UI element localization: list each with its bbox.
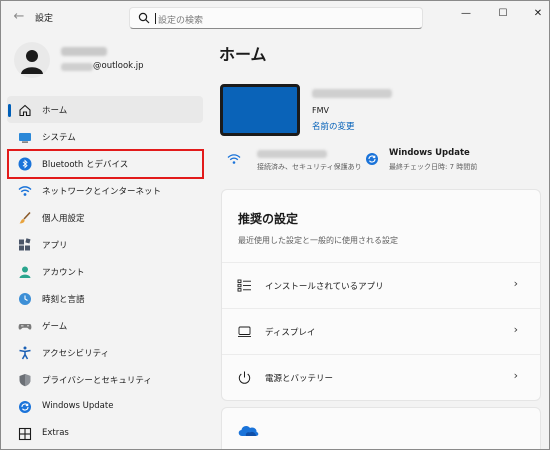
sidebar-item-label: アプリ bbox=[42, 241, 68, 251]
sidebar-item-label: 個人用設定 bbox=[42, 214, 85, 224]
device-image bbox=[220, 84, 300, 136]
device-model: FMV bbox=[312, 106, 329, 115]
recommended-item-display[interactable]: ディスプレイ › bbox=[222, 308, 540, 353]
update-title: Windows Update bbox=[389, 148, 470, 158]
page-title: ホーム bbox=[219, 45, 267, 64]
profile-name-redacted bbox=[61, 47, 107, 56]
sidebar-item-apps[interactable]: アプリ bbox=[7, 231, 203, 258]
settings-window: ← 設定 設定の検索 — ☐ ✕ @outlook.jp ホーム システム Bl… bbox=[0, 0, 550, 450]
sidebar-item-label: プライバシーとセキュリティ bbox=[42, 376, 152, 386]
sidebar-item-label: アカウント bbox=[42, 268, 85, 278]
profile-email: @outlook.jp bbox=[93, 61, 144, 71]
update-last-checked: 最終チェック日時: 7 時間前 bbox=[389, 163, 478, 171]
back-arrow-icon[interactable]: ← bbox=[11, 9, 27, 25]
onedrive-cloud-icon bbox=[238, 426, 259, 436]
card-description: 最近使用した設定と一般的に使用される設定 bbox=[238, 236, 398, 245]
recommended-item-label: 電源とバッテリー bbox=[265, 374, 334, 384]
sidebar-item-windows-update[interactable]: Windows Update bbox=[7, 393, 203, 420]
text-caret bbox=[155, 13, 156, 24]
update-status[interactable]: Windows Update 最終チェック日時: 7 時間前 bbox=[365, 148, 515, 176]
minimize-button[interactable]: — bbox=[453, 5, 479, 23]
sidebar-item-privacy-security[interactable]: プライバシーとセキュリティ bbox=[7, 366, 203, 393]
shield-icon bbox=[19, 374, 31, 387]
windows-update-icon bbox=[366, 153, 378, 165]
chevron-right-icon: › bbox=[513, 277, 518, 290]
apps-icon bbox=[19, 238, 31, 251]
active-indicator bbox=[8, 104, 11, 117]
wifi-icon bbox=[18, 186, 32, 196]
sidebar-item-label: システム bbox=[42, 133, 76, 143]
sidebar-item-label: Windows Update bbox=[42, 401, 114, 411]
time-language-icon bbox=[19, 293, 31, 305]
sidebar-item-accounts[interactable]: アカウント bbox=[7, 258, 203, 285]
close-button[interactable]: ✕ bbox=[525, 5, 549, 23]
wifi-icon bbox=[227, 154, 241, 164]
brush-icon bbox=[19, 211, 31, 224]
highlight-box bbox=[7, 149, 204, 179]
search-icon bbox=[138, 12, 150, 24]
sidebar-item-personalization[interactable]: 個人用設定 bbox=[7, 204, 203, 231]
user-silhouette-icon bbox=[21, 50, 43, 74]
sidebar-item-label: ネットワークとインターネット bbox=[42, 187, 162, 197]
sidebar-item-label: ゲーム bbox=[42, 322, 68, 332]
sidebar-item-home[interactable]: ホーム bbox=[7, 96, 203, 123]
card-title: 推奨の設定 bbox=[238, 212, 299, 226]
accessibility-icon bbox=[19, 346, 31, 360]
system-icon bbox=[19, 133, 31, 143]
account-icon bbox=[19, 266, 31, 278]
search-input[interactable]: 設定の検索 bbox=[129, 7, 423, 29]
rename-link[interactable]: 名前の変更 bbox=[312, 120, 355, 132]
maximize-button[interactable]: ☐ bbox=[490, 5, 516, 23]
chevron-right-icon: › bbox=[513, 369, 518, 382]
sidebar-item-label: Extras bbox=[42, 428, 69, 438]
display-icon bbox=[238, 326, 251, 337]
recommended-item-label: インストールされているアプリ bbox=[265, 282, 384, 292]
cloud-card[interactable] bbox=[221, 407, 541, 449]
recommended-item-label: ディスプレイ bbox=[265, 328, 316, 338]
sidebar-item-label: 時刻と言語 bbox=[42, 295, 85, 305]
sidebar-item-system[interactable]: システム bbox=[7, 123, 203, 150]
sidebar-item-time-language[interactable]: 時刻と言語 bbox=[7, 285, 203, 312]
power-icon bbox=[238, 371, 251, 384]
device-name-redacted bbox=[312, 89, 392, 98]
app-title: 設定 bbox=[35, 14, 54, 24]
sidebar-item-network[interactable]: ネットワークとインターネット bbox=[7, 177, 203, 204]
sidebar-item-label: ホーム bbox=[42, 106, 68, 116]
network-status-text: 接続済み、セキュリティ保護あり bbox=[257, 163, 362, 171]
chevron-right-icon: › bbox=[513, 323, 518, 336]
title-bar: ← 設定 設定の検索 — ☐ ✕ bbox=[1, 1, 549, 33]
profile-email-redacted bbox=[61, 63, 93, 71]
installed-apps-icon bbox=[237, 279, 251, 292]
network-name-redacted bbox=[257, 150, 327, 158]
extras-icon bbox=[18, 427, 32, 441]
sidebar-item-label: アクセシビリティ bbox=[42, 349, 110, 359]
avatar[interactable] bbox=[14, 42, 50, 78]
recommended-settings-card: 推奨の設定 最近使用した設定と一般的に使用される設定 インストールされているアプ… bbox=[221, 189, 541, 401]
sidebar-item-gaming[interactable]: ゲーム bbox=[7, 312, 203, 339]
home-icon bbox=[19, 104, 31, 117]
recommended-item-power[interactable]: 電源とバッテリー › bbox=[222, 354, 540, 399]
recommended-item-installed-apps[interactable]: インストールされているアプリ › bbox=[222, 262, 540, 307]
game-controller-icon bbox=[18, 324, 32, 330]
search-placeholder: 設定の検索 bbox=[158, 16, 204, 26]
sidebar-item-extras[interactable]: Extras bbox=[7, 420, 203, 447]
network-status[interactable]: 接続済み、セキュリティ保護あり bbox=[227, 148, 362, 176]
sidebar-item-accessibility[interactable]: アクセシビリティ bbox=[7, 339, 203, 366]
windows-update-icon bbox=[19, 401, 31, 413]
